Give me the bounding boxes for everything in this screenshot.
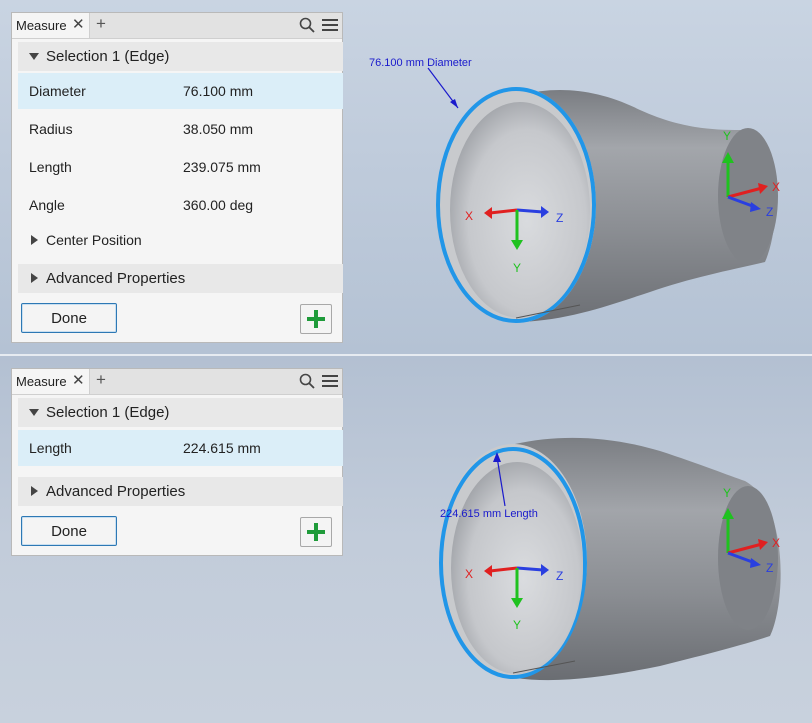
tab-measure[interactable]: Measure ✕ — [12, 369, 90, 394]
selection-header-label: Selection 1 (Edge) — [46, 48, 170, 65]
property-value: 224.615 mm — [183, 440, 261, 456]
diameter-annotation: 76.100 mm Diameter — [369, 57, 472, 69]
property-value: 360.00 deg — [183, 197, 254, 213]
axis-y-label: Y — [513, 261, 521, 275]
advanced-properties-label: Advanced Properties — [46, 270, 186, 287]
hamburger-menu-icon[interactable] — [322, 374, 338, 388]
collapse-triangle-icon[interactable] — [29, 53, 39, 60]
add-tab-icon[interactable]: + — [96, 370, 106, 390]
center-position-label: Center Position — [46, 232, 142, 248]
length-annotation: 224.615 mm Length — [440, 508, 538, 520]
property-name: Radius — [29, 121, 73, 137]
measure-panel-top: Measure ✕ + Selection 1 (Edge) Diameter … — [11, 12, 343, 343]
axis-z-label-far: Z — [766, 205, 773, 219]
property-value: 76.100 mm — [183, 83, 254, 99]
property-row-radius[interactable]: Radius 38.050 mm — [18, 111, 343, 147]
property-value: 239.075 mm — [183, 159, 261, 175]
plus-icon-vertical — [314, 523, 318, 541]
property-name: Diameter — [29, 83, 86, 99]
axis-x-label-far: X — [772, 180, 780, 194]
advanced-properties-label: Advanced Properties — [46, 483, 186, 500]
axis-y-label: Y — [513, 618, 521, 632]
advanced-properties-header[interactable]: Advanced Properties — [18, 477, 343, 506]
close-icon[interactable]: ✕ — [72, 371, 85, 389]
property-name: Length — [29, 159, 72, 175]
search-icon[interactable] — [299, 373, 315, 389]
add-measurement-button[interactable] — [300, 517, 332, 547]
axis-x-label: X — [465, 209, 473, 223]
selection-header[interactable]: Selection 1 (Edge) — [18, 42, 343, 71]
axis-x-label: X — [465, 567, 473, 581]
property-row-length[interactable]: Length 239.075 mm — [18, 149, 343, 185]
axis-z-label: Z — [556, 211, 563, 225]
advanced-properties-header[interactable]: Advanced Properties — [18, 264, 343, 293]
pipe-far-end — [718, 486, 778, 630]
tab-measure-label: Measure — [16, 374, 67, 389]
property-value: 38.050 mm — [183, 121, 254, 137]
property-row-length[interactable]: Length 224.615 mm — [18, 430, 343, 466]
done-button[interactable]: Done — [21, 303, 117, 333]
hamburger-menu-icon[interactable] — [322, 18, 338, 32]
measure-panel-bottom: Measure ✕ + Selection 1 (Edge) Length 22… — [11, 368, 343, 556]
panel-tabbar: Measure ✕ + — [12, 369, 342, 395]
search-icon[interactable] — [299, 17, 315, 33]
panel-tabbar: Measure ✕ + — [12, 13, 342, 39]
center-position-row[interactable]: Center Position — [18, 227, 343, 253]
axis-z-label: Z — [556, 569, 563, 583]
done-button[interactable]: Done — [21, 516, 117, 546]
axis-y-label-far: Y — [723, 486, 731, 500]
collapse-triangle-icon[interactable] — [29, 409, 39, 416]
tab-measure[interactable]: Measure ✕ — [12, 13, 90, 38]
close-icon[interactable]: ✕ — [72, 15, 85, 33]
plus-icon-vertical — [314, 310, 318, 328]
property-row-angle[interactable]: Angle 360.00 deg — [18, 187, 343, 223]
property-name: Length — [29, 440, 72, 456]
selection-header-label: Selection 1 (Edge) — [46, 404, 170, 421]
axis-x-label-far: X — [772, 536, 780, 550]
expand-triangle-icon[interactable] — [31, 486, 38, 496]
expand-triangle-icon[interactable] — [31, 235, 38, 245]
property-name: Angle — [29, 197, 65, 213]
selection-header[interactable]: Selection 1 (Edge) — [18, 398, 343, 427]
tab-measure-label: Measure — [16, 18, 67, 33]
add-tab-icon[interactable]: + — [96, 14, 106, 34]
diameter-leader-arrow — [450, 99, 458, 108]
add-measurement-button[interactable] — [300, 304, 332, 334]
viewport-top[interactable]: 76.100 mm Diameter X Z Y Y X Z Measure ✕… — [0, 0, 812, 356]
axis-z-label-far: Z — [766, 561, 773, 575]
expand-triangle-icon[interactable] — [31, 273, 38, 283]
property-row-diameter[interactable]: Diameter 76.100 mm — [18, 73, 343, 109]
axis-y-label-far: Y — [723, 129, 731, 143]
